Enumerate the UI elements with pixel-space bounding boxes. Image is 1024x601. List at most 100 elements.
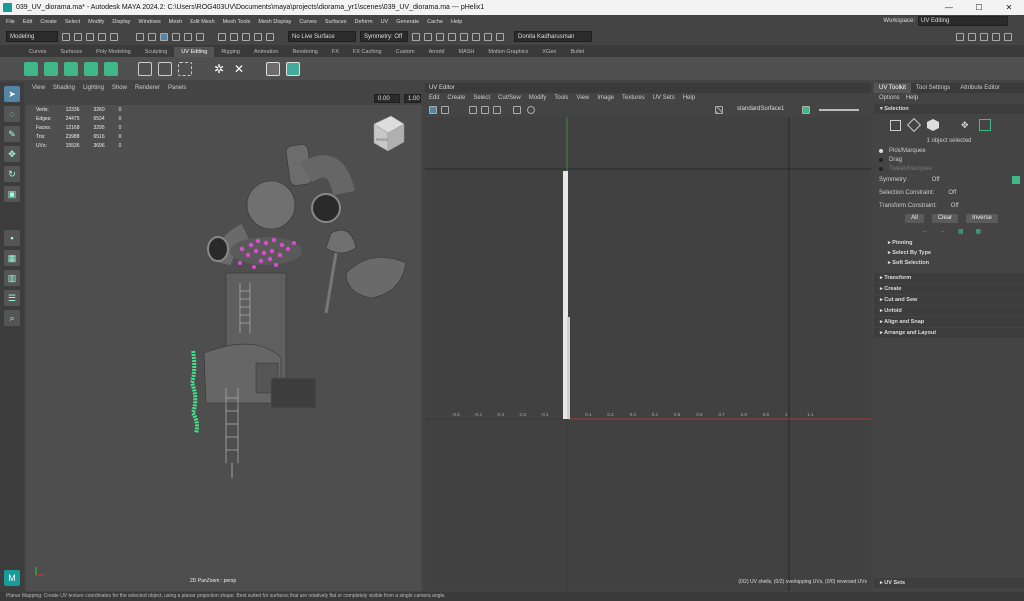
live-surface-dropdown[interactable]: No Live Surface <box>288 31 356 42</box>
viewport-menu-show[interactable]: Show <box>112 83 127 93</box>
outliner-toggle-icon[interactable] <box>1004 32 1012 41</box>
select-tool-icon[interactable]: ➤ <box>4 86 20 102</box>
modeling-toolkit-icon[interactable] <box>956 32 964 41</box>
render-view-icon[interactable] <box>460 32 468 41</box>
section-cut-and-sew[interactable]: ▸ Cut and Sew <box>874 295 1024 305</box>
toolkit-menu-options[interactable]: Options <box>879 95 900 101</box>
shelf-tab-xgen[interactable]: XGen <box>535 47 563 57</box>
perspective-viewport[interactable]: View Shading Lighting Show Renderer Pane… <box>26 83 421 591</box>
select-hierarchy-icon[interactable] <box>136 32 144 41</box>
checker-icon[interactable] <box>715 106 723 114</box>
menu-uv[interactable]: UV <box>381 19 389 25</box>
menu-surfaces[interactable]: Surfaces <box>325 19 347 25</box>
uv-isolate-icon[interactable] <box>513 106 521 114</box>
uv-shell[interactable] <box>567 317 570 419</box>
maya-home-icon[interactable]: M <box>4 570 20 586</box>
uv-menu-edit[interactable]: Edit <box>429 93 439 103</box>
menu-mesh-tools[interactable]: Mesh Tools <box>223 19 251 25</box>
minimize-button[interactable]: — <box>934 3 964 12</box>
paint-select-icon[interactable]: ✎ <box>4 126 20 142</box>
new-scene-icon[interactable] <box>62 32 70 41</box>
transform-constraint-value[interactable]: Off <box>951 203 959 209</box>
close-button[interactable]: ✕ <box>994 3 1024 12</box>
uv-menu-create[interactable]: Create <box>447 93 465 103</box>
tool-settings-icon[interactable] <box>992 32 1000 41</box>
symmetry-value[interactable]: Off <box>932 177 940 183</box>
uv-menu-cut-sew[interactable]: Cut/Sew <box>498 93 521 103</box>
search-icon[interactable]: ⌕ <box>4 310 20 326</box>
selection-constraint-value[interactable]: Off <box>948 190 956 196</box>
automatic-mapping-icon[interactable] <box>84 61 98 76</box>
maximize-button[interactable]: ☐ <box>964 3 994 12</box>
clear-selection-button[interactable]: Clear <box>931 214 959 223</box>
shelf-tab-custom[interactable]: Custom <box>389 47 422 57</box>
viewport-menu-lighting[interactable]: Lighting <box>83 83 104 93</box>
shelf-tab-mash[interactable]: MASH <box>451 47 481 57</box>
snap-surface-icon[interactable] <box>266 32 274 41</box>
select-shortest-icon[interactable]: ▦ <box>976 228 982 235</box>
ipr-render-icon[interactable] <box>424 32 432 41</box>
rotate-tool-icon[interactable]: ↻ <box>4 166 20 182</box>
section-transform[interactable]: ▸ Transform <box>874 273 1024 283</box>
grow-selection-icon[interactable]: ⇔ <box>922 229 928 235</box>
select-component-icon[interactable] <box>160 32 168 41</box>
hypershade-icon[interactable] <box>448 32 456 41</box>
uv-snapshot-icon[interactable] <box>802 106 810 114</box>
shelf-tab-curves[interactable]: Curves <box>22 47 53 57</box>
select-border-icon[interactable]: ▦ <box>958 228 964 235</box>
shelf-tab-arnold[interactable]: Arnold <box>422 47 452 57</box>
menu-cache[interactable]: Cache <box>427 19 443 25</box>
snap-grid-icon[interactable] <box>218 32 226 41</box>
section-create[interactable]: ▸ Create <box>874 284 1024 294</box>
face-mask-icon[interactable] <box>196 32 204 41</box>
menu-curves[interactable]: Curves <box>299 19 316 25</box>
menu-display[interactable]: Display <box>112 19 130 25</box>
viewport-menu-panels[interactable]: Panels <box>168 83 186 93</box>
edge-mask-icon[interactable] <box>184 32 192 41</box>
scale-tool-icon[interactable]: ▣ <box>4 186 20 202</box>
shader-dropdown[interactable]: standardSurface1 <box>737 106 784 112</box>
tab-attribute-editor[interactable]: Attribute Editor <box>955 83 1005 93</box>
subsection-pinning[interactable]: ▸ Pinning <box>874 238 1024 248</box>
spherical-mapping-icon[interactable] <box>64 61 78 76</box>
shelf-tab-fx[interactable]: FX <box>325 47 346 57</box>
snap-curve-icon[interactable] <box>230 32 238 41</box>
menu-create[interactable]: Create <box>40 19 57 25</box>
shrink-selection-icon[interactable]: ⇔ <box>940 229 946 235</box>
viewport-menu-renderer[interactable]: Renderer <box>135 83 160 93</box>
gamma-field[interactable]: 1.00 <box>404 94 421 103</box>
edge-select-icon[interactable] <box>906 117 922 133</box>
render-frame-icon[interactable] <box>412 32 420 41</box>
shelf-tab-animation[interactable]: Animation <box>247 47 285 57</box>
select-object-icon[interactable] <box>148 32 156 41</box>
vertex-select-icon[interactable] <box>890 119 901 131</box>
uv-shaded-icon[interactable] <box>469 106 477 114</box>
shelf-tab-rigging[interactable]: Rigging <box>214 47 247 57</box>
viewport-menu-shading[interactable]: Shading <box>53 83 75 93</box>
shelf-tab-uv-editing[interactable]: UV Editing <box>174 47 215 57</box>
channel-box-icon[interactable] <box>968 32 976 41</box>
section-unfold[interactable]: ▸ Unfold <box>874 306 1024 316</box>
section-selection[interactable]: ▾ Selection <box>874 104 1024 114</box>
shelf-tab-rendering[interactable]: Rendering <box>285 47 324 57</box>
toolkit-menu-help[interactable]: Help <box>906 95 918 101</box>
account-dropdown[interactable]: Donita Kadharusman <box>514 31 592 42</box>
open-scene-icon[interactable] <box>74 32 82 41</box>
uv-grid-canvas[interactable]: -0.5 -0.4 -0.3 -0.2 -0.1 0.1 0.2 0.3 0.4 0.5 0.6 0.… <box>425 117 871 591</box>
shelf-tab-poly-modeling[interactable]: Poly Modeling <box>89 47 138 57</box>
shelf-tab-bullet[interactable]: Bullet <box>564 47 592 57</box>
symmetry-icon[interactable] <box>1012 175 1020 184</box>
mode-drag[interactable]: Drag <box>874 155 1024 164</box>
snap-view-icon[interactable] <box>254 32 262 41</box>
uv-texture-border-icon[interactable] <box>493 106 501 114</box>
shelf-tab-fx-caching[interactable]: FX Caching <box>346 47 389 57</box>
side-by-side-icon[interactable]: ▥ <box>4 270 20 286</box>
uv-menu-modify[interactable]: Modify <box>529 93 547 103</box>
tab-uv-toolkit[interactable]: UV Toolkit <box>874 83 911 93</box>
outliner-layout-icon[interactable]: ☰ <box>4 290 20 306</box>
uv-distortion-icon[interactable] <box>481 106 489 114</box>
menu-edit-mesh[interactable]: Edit Mesh <box>190 19 214 25</box>
redo-icon[interactable] <box>110 32 118 41</box>
uv-select-icon[interactable]: ✥ <box>961 120 971 131</box>
single-view-icon[interactable]: ▪ <box>4 230 20 246</box>
